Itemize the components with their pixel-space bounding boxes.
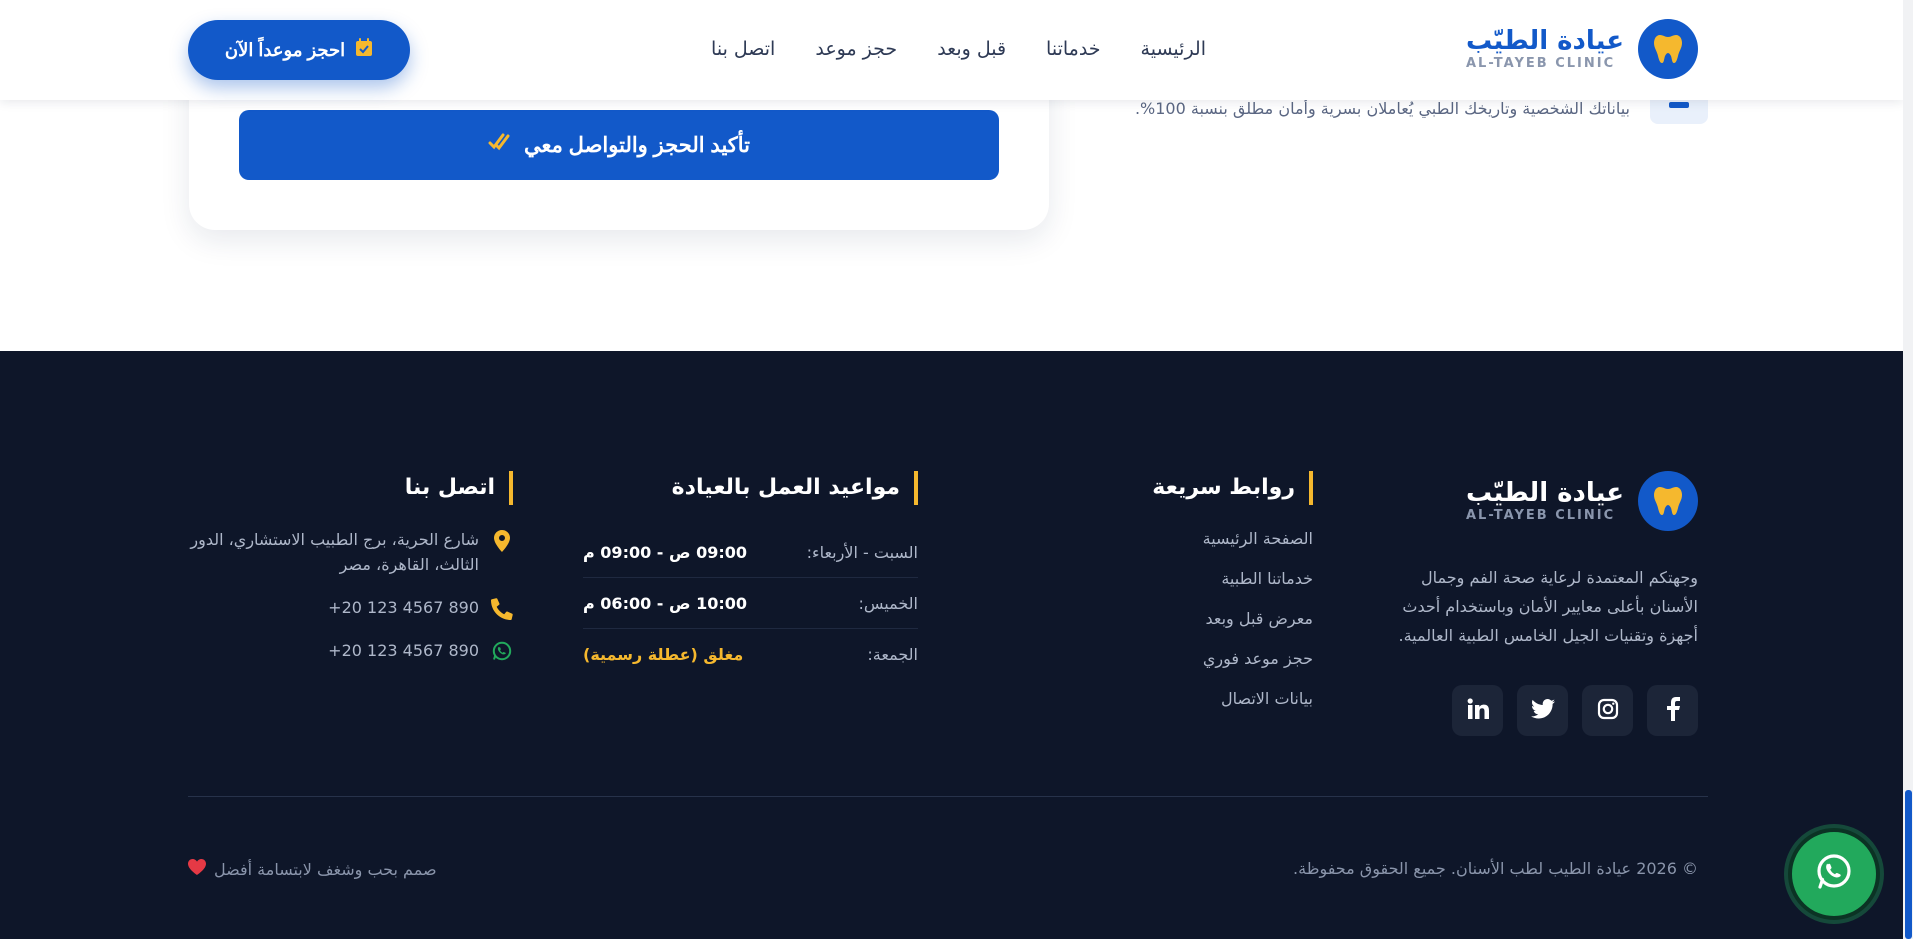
tooth-icon (1638, 471, 1698, 531)
twitter-link[interactable] (1517, 685, 1568, 736)
footer-brand: عيادة الطيّب AL-TAYEB CLINIC (1466, 471, 1698, 531)
hours-day: السبت - الأربعاء: (806, 542, 918, 562)
quick-link-gallery[interactable]: معرض قبل وبعد (1152, 609, 1313, 629)
hours-table: السبت - الأربعاء: 09:00 ص - 09:00 م الخم… (583, 527, 918, 680)
facebook-link[interactable] (1647, 685, 1698, 736)
phone-icon (491, 595, 513, 620)
book-now-button[interactable]: احجز موعداً الآن (188, 20, 410, 80)
hours-day: الجمعة: (867, 645, 918, 664)
whatsapp-icon (1814, 852, 1854, 896)
brand-sub: AL-TAYEB CLINIC (1465, 56, 1616, 71)
hours-closed: مغلق (عطلة رسمية) (583, 645, 744, 664)
whatsapp-text: +20 123 4567 890 (328, 641, 479, 660)
brand-logo-link[interactable]: عيادة الطيّب AL-TAYEB CLINIC (1466, 19, 1698, 79)
whatsapp-float-button[interactable] (1788, 828, 1880, 920)
nav-services[interactable]: خدماتنا (1046, 38, 1101, 60)
address-text: شارع الحرية، برج الطبيب الاستشاري، الدور… (190, 530, 479, 574)
hours-time: 10:00 ص - 06:00 م (583, 593, 748, 613)
hours-title: مواعيد العمل بالعيادة (672, 471, 918, 505)
quick-link-home[interactable]: الصفحة الرئيسية (1152, 529, 1313, 549)
footer-brand-name: عيادة الطيّب (1465, 478, 1624, 508)
privacy-text: بياناتك الشخصية وتاريخك الطبي يُعاملان ب… (1134, 98, 1630, 118)
hours-row: الخميس: 10:00 ص - 06:00 م (583, 578, 918, 629)
confirm-label: تأكيد الحجز والتواصل معي (523, 133, 751, 157)
hours-row: الجمعة: مغلق (عطلة رسمية) (583, 629, 918, 680)
quick-links-title: روابط سريعة (1152, 471, 1313, 505)
nav-contact[interactable]: اتصل بنا (711, 38, 775, 60)
nav-home[interactable]: الرئيسية (1141, 38, 1206, 60)
map-pin-icon (491, 527, 513, 552)
instagram-link[interactable] (1582, 685, 1633, 736)
contact-title: اتصل بنا (405, 471, 513, 505)
footer-divider (188, 796, 1708, 797)
facebook-icon (1666, 696, 1680, 725)
quick-links-column: روابط سريعة الصفحة الرئيسية خدماتنا الطب… (1152, 471, 1313, 729)
footer-brand-text: عيادة الطيّب AL-TAYEB CLINIC (1466, 478, 1624, 524)
book-now-label: احجز موعداً الآن (224, 39, 346, 60)
footer-brand-sub: AL-TAYEB CLINIC (1465, 508, 1616, 523)
twitter-icon (1530, 698, 1555, 723)
nav-booking[interactable]: حجز موعد (815, 38, 897, 60)
confirm-booking-button[interactable]: تأكيد الحجز والتواصل معي (239, 110, 999, 180)
instagram-icon (1597, 698, 1619, 724)
made-with-text: صمم بحب وشغف لابتسامة أفضل (214, 859, 437, 879)
hours-row: السبت - الأربعاء: 09:00 ص - 09:00 م (583, 527, 918, 578)
hours-column: مواعيد العمل بالعيادة السبت - الأربعاء: … (583, 471, 918, 680)
page-scrollbar[interactable] (1903, 0, 1913, 939)
nav-before-after[interactable]: قبل وبعد (937, 38, 1006, 60)
quick-link-booking[interactable]: حجز موعد فوري (1152, 649, 1313, 669)
hours-day: الخميس: (858, 593, 918, 613)
quick-link-services[interactable]: خدماتنا الطبية (1152, 569, 1313, 589)
scrollbar-thumb[interactable] (1905, 790, 1912, 939)
site-footer: عيادة الطيّب AL-TAYEB CLINIC وجهتكم المع… (0, 351, 1903, 939)
linkedin-icon (1467, 697, 1489, 724)
quick-links-list: الصفحة الرئيسية خدماتنا الطبية معرض قبل … (1152, 529, 1313, 709)
contact-phone[interactable]: +20 123 4567 890 (168, 595, 513, 620)
contact-address: شارع الحرية، برج الطبيب الاستشاري، الدور… (168, 527, 513, 577)
brand-name: عيادة الطيّب (1465, 26, 1624, 56)
brand-text: عيادة الطيّب AL-TAYEB CLINIC (1466, 26, 1624, 72)
contact-column: اتصل بنا شارع الحرية، برج الطبيب الاستشا… (168, 471, 513, 681)
hours-time: 09:00 ص - 09:00 م (583, 542, 748, 562)
main-nav: الرئيسية خدماتنا قبل وبعد حجز موعد اتصل … (711, 38, 1206, 60)
whatsapp-icon (491, 638, 513, 661)
quick-link-contact[interactable]: بيانات الاتصال (1152, 689, 1313, 709)
linkedin-link[interactable] (1452, 685, 1503, 736)
contact-list: شارع الحرية، برج الطبيب الاستشاري، الدور… (168, 527, 513, 663)
tooth-icon (1638, 19, 1698, 79)
double-check-icon (488, 132, 510, 158)
phone-text: +20 123 4567 890 (328, 598, 479, 617)
made-with-love: صمم بحب وشغف لابتسامة أفضل (188, 859, 437, 879)
contact-whatsapp[interactable]: +20 123 4567 890 (168, 638, 513, 663)
heart-icon (188, 859, 206, 879)
social-links (1452, 685, 1698, 736)
copyright: © 2026 عيادة الطيب لطب الأسنان. جميع الح… (1293, 859, 1698, 878)
calendar-icon (355, 38, 373, 62)
footer-description: وجهتكم المعتمدة لرعاية صحة الفم وجمال ال… (1398, 568, 1698, 645)
site-header: عيادة الطيّب AL-TAYEB CLINIC الرئيسية خد… (0, 0, 1903, 100)
